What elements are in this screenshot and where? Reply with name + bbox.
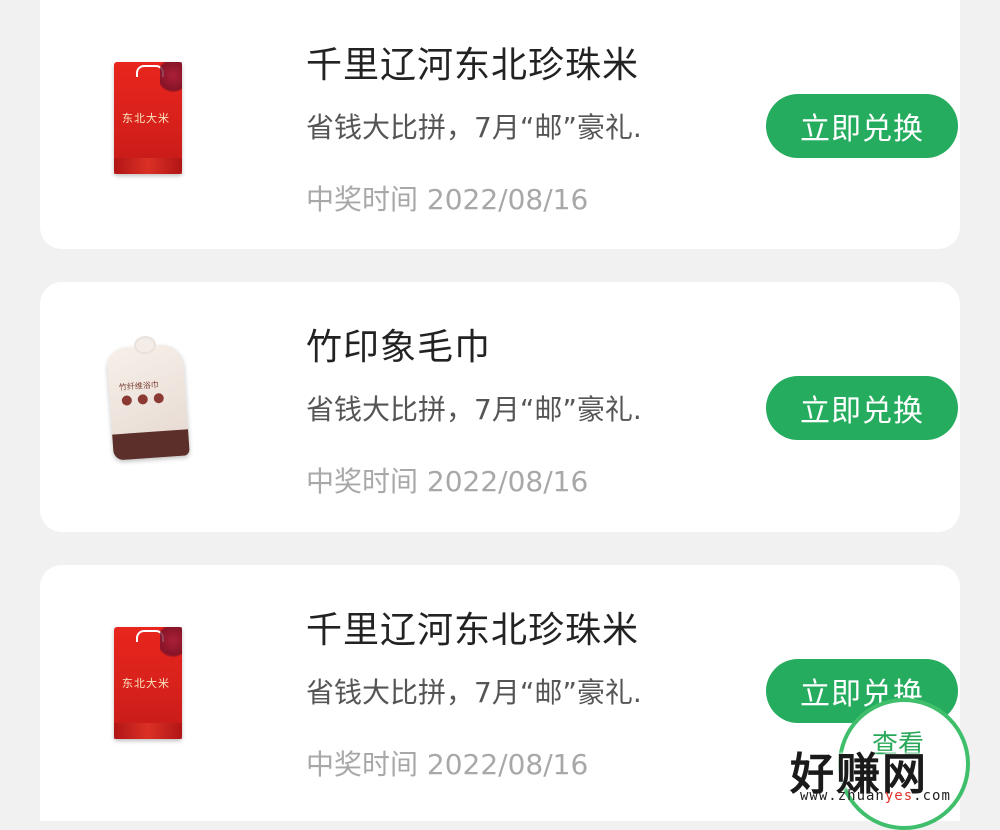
rice-bag-icon: 东北大米	[114, 627, 182, 739]
product-title: 千里辽河东北珍珠米	[306, 45, 640, 86]
product-description: 省钱大比拼，7月“邮”豪礼.	[306, 676, 642, 709]
win-time: 中奖时间 2022/08/16	[306, 748, 589, 781]
win-time: 中奖时间 2022/08/16	[306, 183, 589, 216]
redeem-button[interactable]: 立即兑换	[766, 376, 958, 440]
product-image: 东北大米	[106, 50, 190, 184]
redeem-button[interactable]: 立即兑换	[766, 94, 958, 158]
prize-card: 竹纤维浴巾 竹印象毛巾 省钱大比拼，7月“邮”豪礼. 中奖时间 2022/08/…	[40, 282, 960, 532]
rice-bag-icon: 东北大米	[114, 62, 182, 174]
towel-bag-icon: 竹纤维浴巾	[106, 335, 190, 461]
product-image: 竹纤维浴巾	[106, 332, 190, 466]
product-brand-label: 东北大米	[122, 112, 170, 125]
watermark-logo: 好赚网 www.zhuanyes.com	[790, 738, 990, 808]
product-title: 千里辽河东北珍珠米	[306, 610, 640, 651]
watermark-url: www.zhuanyes.com	[800, 788, 951, 804]
product-image: 东北大米	[106, 615, 190, 749]
prize-card: 东北大米 千里辽河东北珍珠米 省钱大比拼，7月“邮”豪礼. 中奖时间 2022/…	[40, 0, 960, 249]
product-description: 省钱大比拼，7月“邮”豪礼.	[306, 111, 642, 144]
product-brand-label: 竹纤维浴巾	[118, 380, 160, 392]
product-brand-label: 东北大米	[122, 677, 170, 690]
win-time: 中奖时间 2022/08/16	[306, 465, 589, 498]
product-title: 竹印象毛巾	[306, 327, 492, 368]
product-description: 省钱大比拼，7月“邮”豪礼.	[306, 393, 642, 426]
